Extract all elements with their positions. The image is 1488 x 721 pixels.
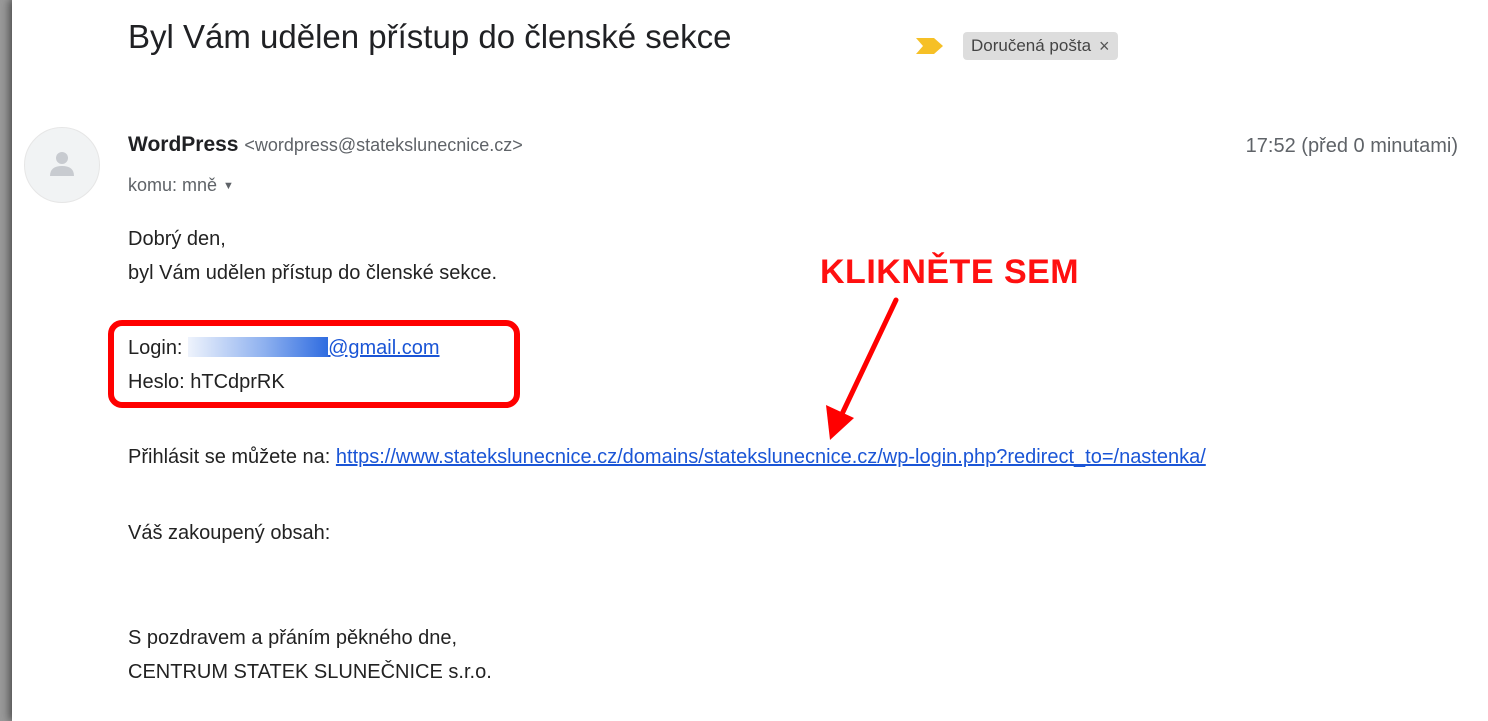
annotation-arrow-icon xyxy=(826,297,899,440)
email-view: Byl Vám udělen přístup do členské sekce … xyxy=(12,0,1488,721)
